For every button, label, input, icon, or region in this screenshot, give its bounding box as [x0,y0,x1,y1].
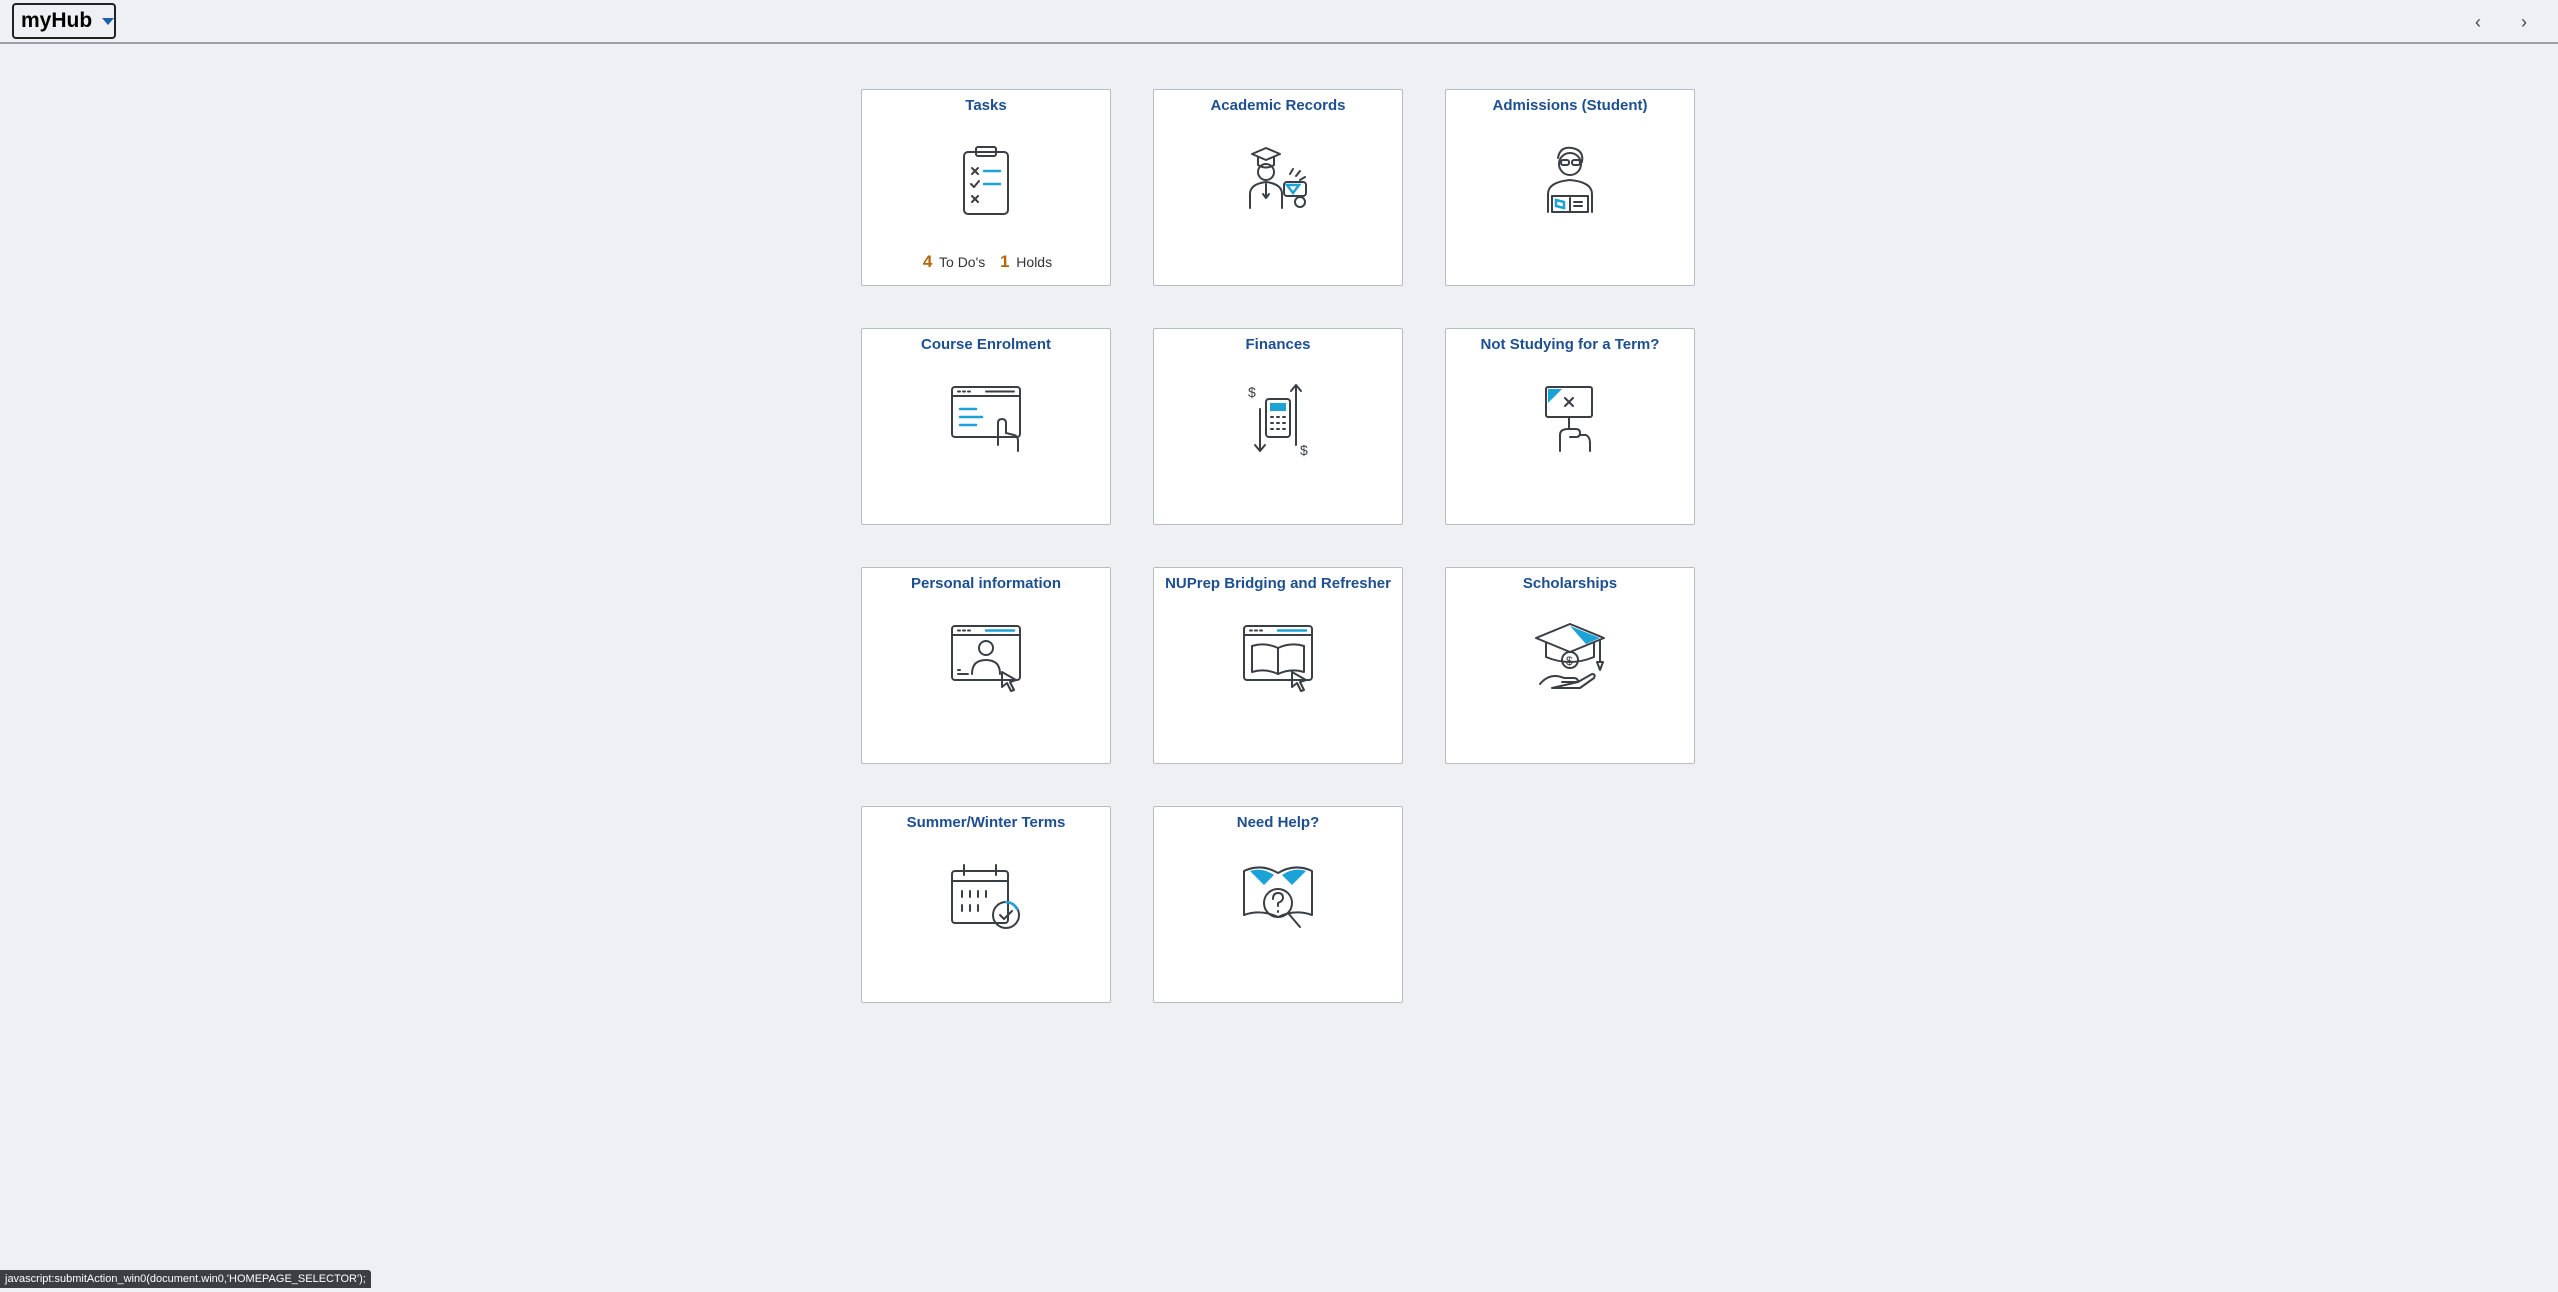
tile-title: Finances [1245,336,1311,353]
hub-title: myHub [21,9,93,32]
tile-nuprep-bridging[interactable]: NUPrep Bridging and Refresher [1153,567,1403,764]
next-arrow-icon[interactable]: › [2512,10,2536,34]
browser-profile-icon [951,625,1021,692]
previous-arrow-icon[interactable]: ‹ [2466,10,2490,34]
tile-title: NUPrep Bridging and Refresher [1165,575,1391,592]
calculator-dollar-exchange-icon: $ $ [1248,384,1308,458]
todos-count: 4 [922,252,933,271]
tile-title: Summer/Winter Terms [906,814,1066,831]
tile-title: Course Enrolment [920,336,1052,353]
top-bar: myHub ‹ › [0,0,2558,44]
tile-summer-winter-terms[interactable]: Summer/Winter Terms [861,806,1111,1003]
tile-not-studying[interactable]: Not Studying for a Term? [1445,328,1695,525]
tile-title: Admissions (Student) [1492,97,1648,114]
tile-title: Scholarships [1522,575,1618,592]
tile-scholarships[interactable]: Scholarships $ [1445,567,1695,764]
browser-click-icon [951,386,1021,452]
tile-title: Need Help? [1236,814,1320,831]
tile-admissions-student[interactable]: Admissions (Student) [1445,89,1695,286]
holds-count: 1 [999,252,1010,271]
tile-finances[interactable]: Finances $ $ [1153,328,1403,525]
graduate-diploma-icon [1249,147,1307,209]
tile-academic-records[interactable]: Academic Records [1153,89,1403,286]
calendar-check-icon [951,864,1020,929]
tile-tasks[interactable]: Tasks 4 To Do's 1 Holds [861,89,1111,286]
tile-title: Tasks [965,97,1007,114]
tile-course-enrolment[interactable]: Course Enrolment [861,328,1111,525]
tasks-counts: 4 To Do's 1 Holds [862,252,1110,272]
hub-selector-button[interactable]: myHub [12,3,116,39]
todos-label: To Do's [939,254,986,270]
book-question-magnifier-icon [1243,866,1313,928]
tile-title: Personal information [910,575,1062,592]
svg-text:$: $ [1566,654,1573,668]
svg-text:$: $ [1248,384,1256,400]
status-bar-url: javascript:submitAction_win0(document.wi… [0,1270,371,1288]
holds-label: Holds [1016,254,1053,270]
browser-book-icon [1243,625,1313,692]
clipboard-checklist-icon [963,146,1009,215]
grad-cap-money-hand-icon: $ [1535,623,1605,689]
caret-down-icon [102,17,115,25]
svg-text:$: $ [1300,442,1308,458]
tile-need-help[interactable]: Need Help? [1153,806,1403,1003]
tile-personal-information[interactable]: Personal information [861,567,1111,764]
tile-title: Academic Records [1210,97,1346,114]
hand-sign-cancel-icon [1545,386,1593,452]
tile-title: Not Studying for a Term? [1480,336,1660,353]
student-reading-icon [1547,146,1593,213]
